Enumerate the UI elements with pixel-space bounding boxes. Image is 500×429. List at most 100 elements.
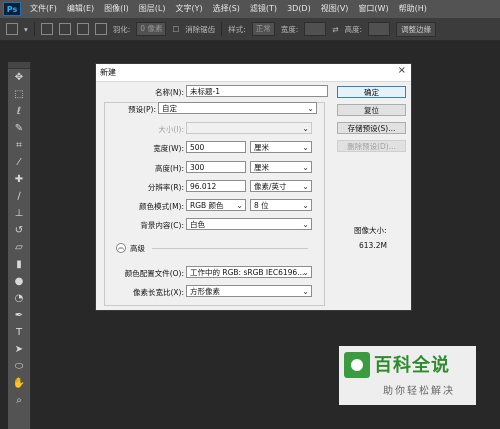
advanced-label: 高级 [130,244,145,253]
style-select[interactable]: 正常 [251,22,275,36]
marquee-preset-icon[interactable] [6,23,18,35]
background-select[interactable]: 白色 ⌄ [186,218,312,230]
watermark-title: 百科全说 [374,355,450,376]
height-unit-select[interactable]: 厘米 ⌄ [250,161,312,173]
menu-3d[interactable]: 3D(D) [282,0,316,18]
reset-button[interactable]: 复位 [337,104,406,116]
chevron-down-icon: ⌄ [236,201,243,210]
chevron-down-icon[interactable]: ▾ [24,25,28,34]
resolution-input[interactable]: 96.012 [186,180,246,192]
bit-depth-select[interactable]: 8 位 ⌄ [250,199,312,211]
panel-grip[interactable] [8,62,30,69]
pen-tool-icon[interactable]: ✒ [8,307,30,324]
collapse-advanced-icon[interactable]: ︽ [116,243,126,253]
pixel-aspect-value: 方形像素 [190,287,220,296]
save-preset-button[interactable]: 存储预设(S)... [337,122,406,134]
chevron-down-icon: ⌄ [302,287,309,296]
width-label: 宽度: [280,24,299,34]
clone-stamp-icon[interactable]: ⊥ [8,205,30,222]
close-icon[interactable]: × [398,65,406,76]
chevron-down-icon: ⌄ [307,104,314,113]
menu-help[interactable]: 帮助(H) [394,0,432,18]
height-input[interactable] [368,22,391,36]
chevron-down-icon: ⌄ [302,143,309,152]
menu-type[interactable]: 文字(Y) [170,0,207,18]
name-input[interactable]: 未标题-1 [186,85,328,97]
antialias-checkbox[interactable]: ☐ [172,25,179,34]
resolution-label: 分辨率(R): [147,183,184,192]
menu-file[interactable]: 文件(F) [25,0,62,18]
eyedropper-tool-icon[interactable]: ⁄ [8,154,30,171]
options-bar: ▾ 羽化: 0 像素 ☐ 消除锯齿 样式: 正常 宽度: ⇄ 高度: 调整边缘 [0,18,500,41]
color-profile-label: 颜色配置文件(O): [124,269,184,278]
type-tool-icon[interactable]: T [8,324,30,341]
color-mode-value: RGB 颜色 [190,201,224,210]
zoom-tool-icon[interactable]: ⌕ [8,392,30,409]
dialog-titlebar[interactable]: 新建 × [96,64,411,82]
eraser-tool-icon[interactable]: ▱ [8,239,30,256]
feather-input[interactable]: 0 像素 [136,22,167,36]
preset-value: 自定 [162,104,177,113]
antialias-label: 消除锯齿 [185,24,216,34]
width-unit-value: 厘米 [254,143,269,152]
brush-tool-icon[interactable]: ∕ [8,188,30,205]
color-mode-select[interactable]: RGB 颜色 ⌄ [186,199,246,211]
ellipse-tool-icon[interactable]: ⬭ [8,358,30,375]
blur-tool-icon[interactable]: ● [8,273,30,290]
pixel-aspect-select[interactable]: 方形像素 ⌄ [186,285,312,297]
path-select-tool-icon[interactable]: ➤ [8,341,30,358]
crop-tool-icon[interactable]: ⌗ [8,137,30,154]
height-label: 高度(H): [154,164,184,173]
menu-bar: Ps 文件(F) 编辑(E) 图像(I) 图层(L) 文字(Y) 选择(S) 滤… [0,0,500,18]
pixel-aspect-label: 像素长宽比(X): [132,288,184,297]
watermark-logo-icon [344,352,370,378]
new-selection-icon[interactable] [40,23,53,35]
move-tool-icon[interactable]: ✥ [8,69,30,86]
image-size-label: 图像大小: [354,226,387,235]
size-select[interactable]: ⌄ [186,122,312,134]
intersect-selection-icon[interactable] [94,23,107,35]
advanced-divider [152,248,308,249]
watermark-subtitle: 助你轻松解决 [383,386,455,397]
resolution-unit-select[interactable]: 像素/英寸 ⌄ [250,180,312,192]
marquee-tool-icon[interactable]: ⬚ [8,86,30,103]
width-label: 宽度(W): [153,144,184,153]
quick-select-tool-icon[interactable]: ✎ [8,120,30,137]
menu-window[interactable]: 窗口(W) [353,0,393,18]
width-input[interactable] [304,22,327,36]
width-input[interactable]: 500 [186,141,246,153]
chevron-down-icon: ⌄ [302,201,309,210]
menu-image[interactable]: 图像(I) [99,0,134,18]
preset-select[interactable]: 自定 ⌄ [158,102,317,114]
subtract-selection-icon[interactable] [76,23,89,35]
add-selection-icon[interactable] [58,23,71,35]
chevron-down-icon: ⌄ [302,182,309,191]
menu-view[interactable]: 视图(V) [316,0,354,18]
background-value: 白色 [190,220,205,229]
menu-layer[interactable]: 图层(L) [134,0,171,18]
chevron-down-icon: ⌄ [302,124,309,133]
image-size-value: 613.2M [359,241,387,250]
menu-select[interactable]: 选择(S) [208,0,245,18]
ok-button[interactable]: 确定 [337,86,406,98]
bit-depth-value: 8 位 [254,201,269,210]
lasso-tool-icon[interactable]: ℓ [8,103,30,120]
color-profile-select[interactable]: 工作中的 RGB: sRGB IEC6196... ⌄ [186,266,312,278]
feather-label: 羽化: [112,24,131,34]
color-mode-label: 颜色模式(M): [139,202,184,211]
menu-filter[interactable]: 滤镜(T) [245,0,282,18]
hand-tool-icon[interactable]: ✋ [8,375,30,392]
width-unit-select[interactable]: 厘米 ⌄ [250,141,312,153]
new-document-dialog: 新建 × 名称(N): 未标题-1 预设(P): 自定 ⌄ 大小(I): ⌄ 宽度… [95,63,412,311]
swap-icon[interactable]: ⇄ [332,25,338,34]
dodge-tool-icon[interactable]: ◔ [8,290,30,307]
healing-brush-icon[interactable]: ✚ [8,171,30,188]
menu-edit[interactable]: 编辑(E) [62,0,99,18]
history-brush-icon[interactable]: ↺ [8,222,30,239]
delete-preset-button[interactable]: 删除预设(D)... [337,140,406,152]
resolution-unit-value: 像素/英寸 [254,182,287,191]
height-input[interactable]: 300 [186,161,246,173]
chevron-down-icon: ⌄ [302,268,309,277]
gradient-tool-icon[interactable]: ▮ [8,256,30,273]
refine-edge-button[interactable]: 调整边缘 [396,21,437,37]
